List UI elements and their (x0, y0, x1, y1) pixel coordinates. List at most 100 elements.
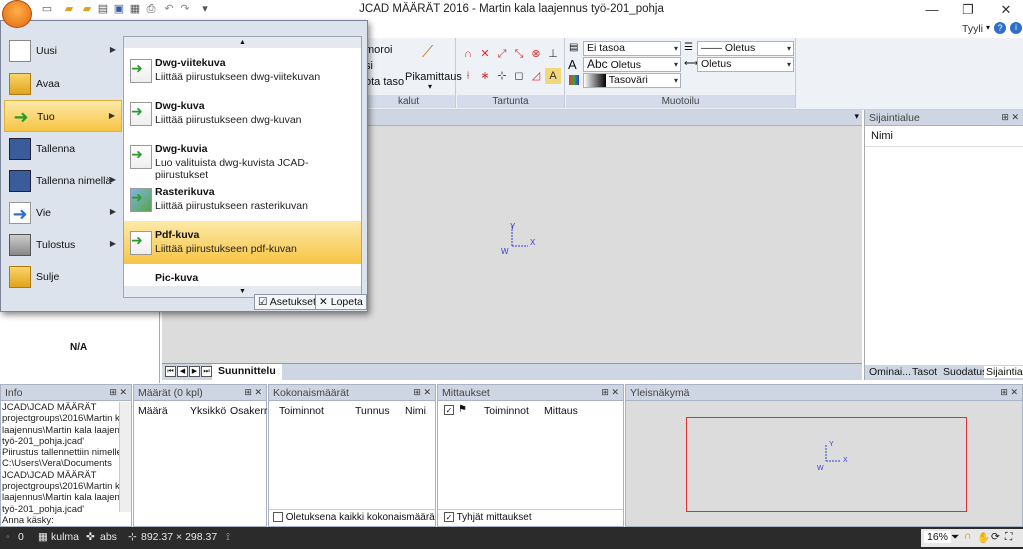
abs-toggle[interactable]: abs (100, 531, 117, 543)
dwg-batch-icon: ➜ (130, 145, 152, 169)
tab-last-button[interactable]: ⏭ (201, 366, 212, 377)
column-header-toiminnot-m[interactable]: Toiminnot (484, 405, 529, 417)
snap-nearest-icon[interactable]: ⊹ (494, 68, 510, 84)
column-header-nimi[interactable]: Nimi (405, 405, 426, 417)
menu-item-vie[interactable]: ➜ Vie ▶ (4, 197, 122, 229)
tab-ominaisuudet[interactable]: Ominai... (869, 366, 911, 378)
undo-icon[interactable]: ↶ (162, 3, 176, 16)
tab-suunnittelu[interactable]: Suunnittelu (212, 364, 282, 380)
quick-measure-button[interactable]: Pikamittaus (405, 71, 462, 83)
new-file-icon[interactable]: ▭ (40, 3, 54, 16)
snap-line-icon[interactable]: ⤢ (494, 46, 510, 62)
settings-button[interactable]: ☑ Asetukset (254, 294, 320, 310)
snap-arc-icon[interactable]: ∩ (460, 46, 476, 62)
info-pin-close-icon[interactable]: ⊞ ✕ (109, 387, 127, 398)
restore-button[interactable]: ❐ (950, 1, 986, 19)
snap-endpoint-icon[interactable]: ⟊ (460, 68, 476, 84)
ribbon-text-moroi[interactable]: moroi (365, 44, 393, 56)
submenu-scroll-up[interactable]: ▲ (124, 37, 361, 48)
column-header-maara[interactable]: Määrä (138, 405, 168, 417)
pan-icon[interactable]: ✋ (977, 531, 990, 544)
tab-next-button[interactable]: ▶ (189, 366, 200, 377)
default-totals-checkbox[interactable]: Oletuksena kaikki kokonaismäärät (269, 509, 435, 526)
column-header-tunnus[interactable]: Tunnus (355, 405, 390, 417)
info-scrollbar[interactable] (119, 402, 131, 512)
snap-center-icon[interactable]: ⊗ (528, 46, 544, 62)
exit-button[interactable]: ✕ Lopeta (315, 294, 367, 310)
rotate-icon[interactable]: ⟳ (991, 531, 1000, 543)
column-header-mittaus[interactable]: Mittaus (544, 405, 578, 417)
layer-combo[interactable]: Ei tasoa ▾ (583, 41, 681, 56)
totals-pin-close-icon[interactable]: ⊞ ✕ (413, 387, 431, 398)
status-zero: 0 (18, 531, 24, 543)
menu-item-uusi[interactable]: Uusi ▶ (4, 35, 122, 67)
save-icon[interactable]: ▣ (112, 3, 126, 16)
print-preview-icon[interactable]: ▦ (128, 3, 142, 16)
column-header-osakerr[interactable]: Osakerr (230, 405, 267, 417)
close-button[interactable]: ✕ (988, 1, 1023, 19)
filter-icon[interactable]: ⏷ (951, 531, 959, 544)
open-folder2-icon[interactable]: ▰ (80, 3, 94, 16)
menu-item-tallenna[interactable]: Tallenna (4, 133, 122, 165)
style-menu[interactable]: Tyyli (962, 23, 983, 35)
tab-first-button[interactable]: ⏮ (165, 366, 176, 377)
application-button[interactable] (2, 0, 32, 28)
menu-item-pdf-kuva[interactable]: ➜ Pdf-kuva Liittää piirustukseen pdf-kuv… (124, 221, 361, 264)
overview-pin-close-icon[interactable]: ⊞ ✕ (1000, 387, 1018, 398)
menu-item-dwg-kuvia[interactable]: ➜ Dwg-kuvia Luo valituista dwg-kuvista J… (124, 135, 361, 181)
crosshair-icon[interactable]: ✜ (86, 531, 95, 543)
column-header-nimi[interactable]: Nimi (865, 126, 1023, 147)
snap-midpoint-icon[interactable]: ⤡ (511, 46, 527, 62)
menu-item-rasterikuva[interactable]: ➜ Rasterikuva Liittää piirustukseen rast… (124, 178, 361, 221)
menu-item-dwg-viitekuva[interactable]: ➜ Dwg-viitekuva Liittää piirustukseen dw… (124, 49, 361, 92)
info-icon[interactable]: i (1010, 22, 1022, 34)
linetype-combo[interactable]: —— Oletus ▾ (697, 41, 794, 56)
quick-measure-dropdown-icon[interactable]: ▾ (428, 82, 432, 91)
zoom-level[interactable]: 16% (924, 531, 952, 543)
menu-item-tallenna-nimella[interactable]: Tallenna nimellä ▶ (4, 165, 122, 197)
command-prompt[interactable]: Anna käsky: (2, 515, 118, 526)
tab-prev-button[interactable]: ◀ (177, 366, 188, 377)
lineweight-combo[interactable]: Oletus ▾ (697, 57, 794, 72)
tab-sijaintialue[interactable]: Sijaintia... (984, 366, 1023, 378)
magnet-icon[interactable]: ∩ (964, 530, 972, 542)
raster-image-icon: ➜ (130, 188, 152, 212)
menu-item-avaa[interactable]: Avaa (4, 68, 122, 100)
pin-close-icon[interactable]: ⊞ ✕ (1001, 112, 1019, 123)
print-icon[interactable]: ⎙ (144, 3, 158, 16)
checkbox-unchecked-icon[interactable] (273, 512, 283, 523)
column-header-toiminnot[interactable]: Toiminnot (279, 405, 324, 417)
minimize-button[interactable]: — (914, 1, 950, 19)
redo-icon[interactable]: ↷ (178, 3, 192, 16)
snap-text-icon[interactable]: A (545, 68, 561, 84)
measurements-pin-close-icon[interactable]: ⊞ ✕ (601, 387, 619, 398)
snap-quadrant-icon[interactable]: ◻ (511, 68, 527, 84)
quantities-pin-close-icon[interactable]: ⊞ ✕ (244, 387, 262, 398)
select-all-checkbox[interactable]: ✓ (444, 405, 454, 415)
column-header-yksikko[interactable]: Yksikkö (190, 405, 226, 417)
grid-icon[interactable]: ▦ (38, 531, 48, 543)
drawing-dropdown-icon[interactable]: ▾ (854, 111, 859, 122)
menu-item-sulje[interactable]: Sulje (4, 261, 122, 293)
menu-item-dwg-kuva[interactable]: ➜ Dwg-kuva Liittää piirustukseen dwg-kuv… (124, 92, 361, 135)
help-icon[interactable]: ? (994, 22, 1006, 34)
tab-tasot[interactable]: Tasot (912, 366, 937, 378)
snap-tangent-icon[interactable]: ◿ (528, 68, 544, 84)
style-dropdown-icon[interactable]: ▾ (986, 23, 990, 32)
snap-intersection-icon[interactable]: ✕ (477, 46, 493, 62)
qat-menu-icon[interactable]: ▾ (198, 3, 212, 16)
copy-icon[interactable]: ▤ (96, 3, 110, 16)
ribbon-text-ota-taso[interactable]: ota taso (365, 76, 404, 88)
snap-perpendicular-icon[interactable]: ⊥ (545, 46, 561, 62)
angle-toggle[interactable]: kulma (51, 531, 79, 543)
zoom-extents-icon[interactable]: ⛶ (1005, 531, 1012, 544)
empty-measurements-checkbox[interactable]: ✓ Tyhjät mittaukset (438, 509, 623, 526)
snap-node-icon[interactable]: ∗ (477, 68, 493, 84)
menu-item-tuo[interactable]: ➜ Tuo ▶ (4, 100, 122, 132)
checkbox-checked-icon[interactable]: ✓ (444, 512, 454, 523)
tab-suodatus[interactable]: Suodatus (943, 366, 987, 378)
menu-item-tulostus[interactable]: Tulostus ▶ (4, 229, 122, 261)
open-folder-icon[interactable]: ▰ (62, 3, 76, 16)
color-combo[interactable]: Tasoväri ▾ (583, 73, 681, 88)
text-style-combo[interactable]: Abc Oletus ▾ (583, 57, 681, 72)
